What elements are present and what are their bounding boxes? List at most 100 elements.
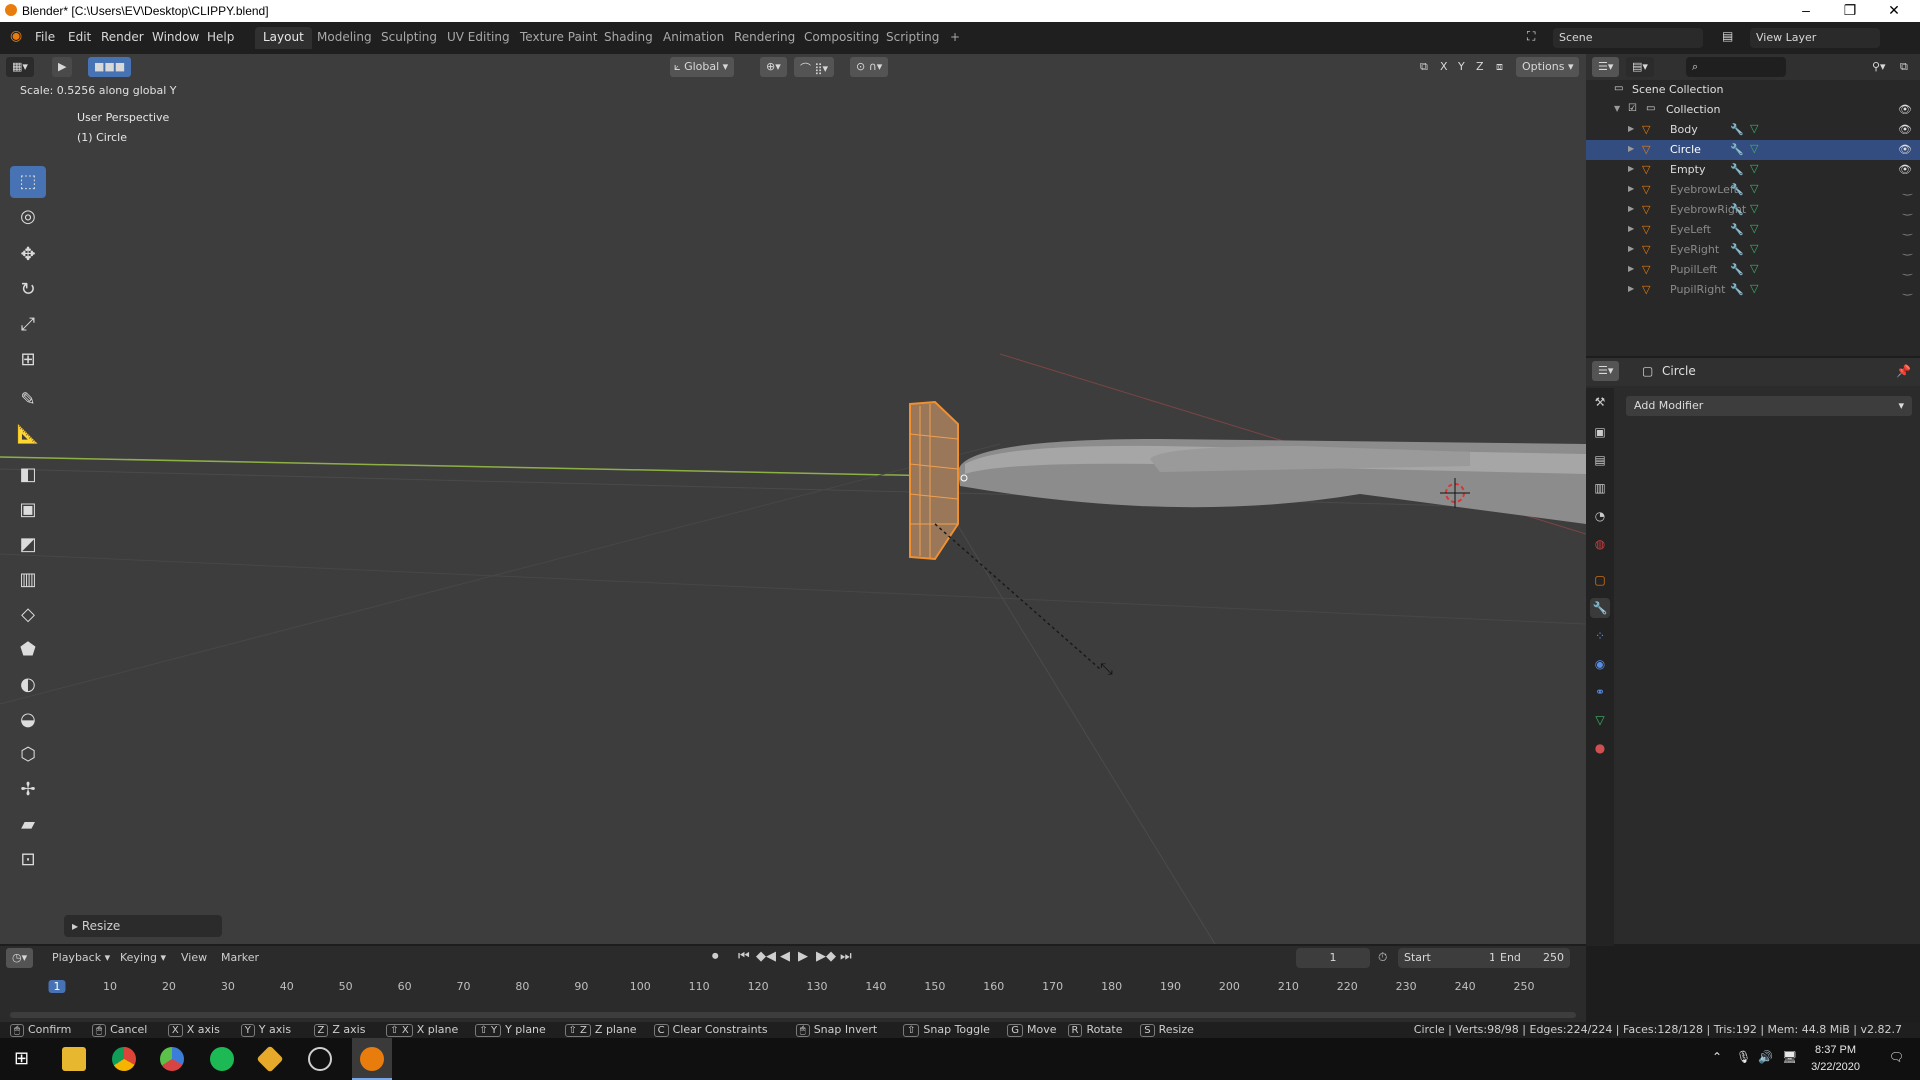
smooth-tool-icon[interactable]: ◒ [10, 704, 46, 736]
data-tab-icon[interactable]: ▽ [1590, 710, 1610, 730]
pin-icon[interactable]: 📌 [1896, 364, 1911, 378]
eye-closed-icon[interactable]: ‿ [1903, 183, 1912, 196]
eye-icon[interactable]: 👁 [1898, 123, 1912, 136]
transform-orientation-select[interactable]: ⟀ Global ▾ [670, 57, 735, 77]
add-modifier-dropdown[interactable]: Add Modifier ▾ [1626, 396, 1912, 416]
shear-tool-icon[interactable]: ▰ [10, 809, 46, 841]
output-tab-icon[interactable]: ▤ [1590, 450, 1610, 470]
obs-icon[interactable] [308, 1047, 332, 1071]
spin-tool-icon[interactable]: ◐ [10, 669, 46, 701]
outliner-item[interactable]: ▶ ▽ EyeRight 🔧 ▽ ‿ [1586, 240, 1920, 260]
render-tab-icon[interactable]: ▣ [1590, 422, 1610, 442]
spotify-icon[interactable] [210, 1047, 234, 1071]
outliner-item[interactable]: ▶ ▽ EyebrowLeft 🔧 ▽ ‿ [1586, 180, 1920, 200]
circle-mesh-selected[interactable] [909, 400, 959, 561]
select-box-mode-icon[interactable]: ■■■ [88, 57, 132, 77]
inset-tool-icon[interactable]: ▣ [10, 494, 46, 526]
viewport-scene[interactable]: ⤡ [0, 54, 1586, 944]
outliner-item[interactable]: ▶ ▽ Body 🔧 ▽ 👁 [1586, 120, 1920, 140]
xray-icon[interactable]: ⧈ [1490, 57, 1509, 77]
mirror-icon[interactable]: ⧉ [1414, 57, 1434, 77]
outliner-collection[interactable]: ▼ ☑ ▭ Collection 👁 [1586, 100, 1920, 120]
shrink-fatten-tool-icon[interactable]: ✢ [10, 774, 46, 806]
maximize-button[interactable]: ❐ [1830, 2, 1870, 19]
bevel-tool-icon[interactable]: ◩ [10, 529, 46, 561]
rip-tool-icon[interactable]: ⊡ [10, 844, 46, 876]
options-dropdown[interactable]: Options ▾ [1516, 57, 1580, 77]
app-icon[interactable] [256, 1045, 284, 1073]
editor-type-icon[interactable]: ▦▾ [6, 57, 34, 77]
scene-tab-icon[interactable]: ◔ [1590, 506, 1610, 526]
cursor-tool-icon[interactable]: ◎ [10, 201, 46, 233]
close-button[interactable]: ✕ [1874, 2, 1914, 19]
view-layer-selector[interactable]: View Layer [1750, 28, 1880, 48]
select-mode-icon[interactable]: ▶ [52, 57, 73, 77]
outliner-item[interactable]: ▶ ▽ Circle 🔧 ▽ 👁 [1586, 140, 1920, 160]
tab-animation[interactable]: Animation [655, 27, 732, 49]
expand-triangle-icon[interactable]: ▶ [1628, 124, 1634, 133]
notifications-icon[interactable]: 🗨 [1889, 1050, 1904, 1064]
extrude-tool-icon[interactable]: ◧ [10, 459, 46, 491]
system-clock[interactable]: 8:37 PM 3/22/2020 [1811, 1042, 1860, 1076]
tab-sculpting[interactable]: Sculpting [373, 27, 445, 49]
move-tool-icon[interactable]: ✥ [10, 239, 46, 271]
eye-icon[interactable]: 👁 [1898, 163, 1912, 176]
filter-icon[interactable]: ⚲▾ [1866, 57, 1892, 77]
last-operation-panel[interactable]: ▸ Resize [64, 915, 222, 937]
tab-modeling[interactable]: Modeling [309, 27, 380, 49]
expand-triangle-icon[interactable]: ▶ [1628, 164, 1634, 173]
tab-layout[interactable]: Layout [255, 27, 312, 49]
axis-z-toggle[interactable]: Z [1470, 57, 1490, 77]
edge-slide-tool-icon[interactable]: ⬡ [10, 739, 46, 771]
menu-help[interactable]: Help [207, 30, 234, 44]
eye-closed-icon[interactable]: ‿ [1903, 223, 1912, 236]
outliner-search-input[interactable]: ⌕ [1686, 57, 1786, 77]
expand-triangle-icon[interactable]: ▼ [1614, 104, 1620, 113]
microphone-icon[interactable]: 🎙 [1736, 1050, 1751, 1064]
blender-taskbar-button[interactable] [352, 1038, 392, 1080]
scale-tool-icon[interactable]: ⤢ [10, 309, 46, 341]
file-explorer-icon[interactable] [62, 1047, 86, 1071]
object-tab-icon[interactable]: ▢ [1590, 570, 1610, 590]
outliner-item[interactable]: ▶ ▽ EyebrowRight 🔧 ▽ ‿ [1586, 200, 1920, 220]
tab-scripting[interactable]: Scripting [878, 27, 947, 49]
knife-tool-icon[interactable]: ◇ [10, 599, 46, 631]
physics-tab-icon[interactable]: ◉ [1590, 654, 1610, 674]
measure-tool-icon[interactable]: 📐 [10, 419, 46, 451]
checkbox-icon[interactable]: ☑ [1628, 103, 1640, 115]
menu-window[interactable]: Window [152, 30, 199, 44]
tray-chevron-icon[interactable]: ⌃ [1712, 1050, 1722, 1064]
blender-menu-icon[interactable]: ◉ [10, 28, 22, 44]
timeline-scrollbar[interactable] [10, 1012, 1576, 1018]
eye-icon[interactable]: 👁 [1898, 143, 1912, 156]
eye-icon[interactable]: 👁 [1898, 103, 1912, 116]
eye-closed-icon[interactable]: ‿ [1903, 283, 1912, 296]
particles-tab-icon[interactable]: ⁘ [1590, 626, 1610, 646]
windows-start-icon[interactable]: ⊞ [14, 1048, 29, 1069]
expand-triangle-icon[interactable]: ▶ [1628, 244, 1634, 253]
3d-viewport[interactable]: ⤡ ▦▾ ▶ ■■■ ⟀ Global ▾ ⊕▾ ⌒ ⣿▾ ⊙ ∩▾ ⧉ X Y… [0, 54, 1586, 944]
expand-triangle-icon[interactable]: ▶ [1628, 284, 1634, 293]
outliner-item[interactable]: ▶ ▽ PupilRight 🔧 ▽ ‿ [1586, 280, 1920, 300]
tab-rendering[interactable]: Rendering [726, 27, 803, 49]
tab-uv-editing[interactable]: UV Editing [439, 27, 518, 49]
add-workspace-button[interactable]: + [942, 27, 968, 49]
constraints-tab-icon[interactable]: ⚭ [1590, 682, 1610, 702]
chrome-icon[interactable] [112, 1047, 136, 1071]
tab-shading[interactable]: Shading [596, 27, 661, 49]
annotate-tool-icon[interactable]: ✎ [10, 384, 46, 416]
outliner-item[interactable]: ▶ ▽ PupilLeft 🔧 ▽ ‿ [1586, 260, 1920, 280]
tab-compositing[interactable]: Compositing [796, 27, 887, 49]
outliner-item[interactable]: ▶ ▽ Empty 🔧 ▽ 👁 [1586, 160, 1920, 180]
rotate-tool-icon[interactable]: ↻ [10, 274, 46, 306]
axis-x-toggle[interactable]: X [1434, 57, 1454, 77]
menu-edit[interactable]: Edit [68, 30, 91, 44]
proportional-edit-icon[interactable]: ⊙ ∩▾ [850, 57, 889, 77]
expand-triangle-icon[interactable]: ▶ [1628, 204, 1634, 213]
expand-triangle-icon[interactable]: ▶ [1628, 224, 1634, 233]
poly-build-tool-icon[interactable]: ⬟ [10, 634, 46, 666]
expand-triangle-icon[interactable]: ▶ [1628, 264, 1634, 273]
eye-closed-icon[interactable]: ‿ [1903, 263, 1912, 276]
network-icon[interactable]: 🖥 [1782, 1050, 1797, 1064]
outliner-item[interactable]: ▶ ▽ EyeLeft 🔧 ▽ ‿ [1586, 220, 1920, 240]
